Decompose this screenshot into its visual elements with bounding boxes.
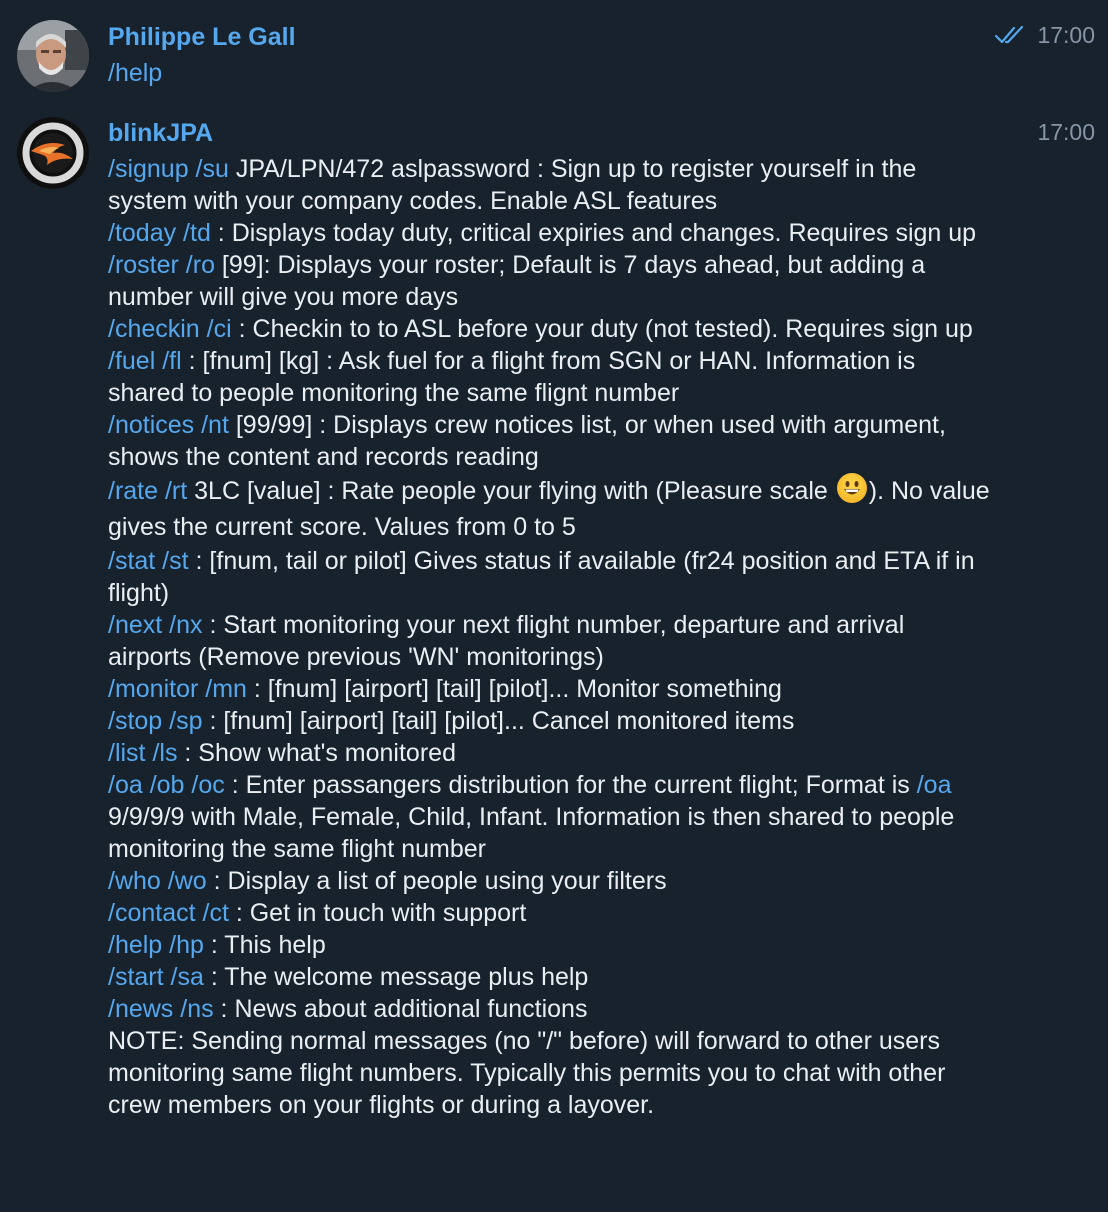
command-link-inline[interactable]: /oa <box>917 771 952 799</box>
help-line-stat: /stat /st : [fnum, tail or pilot] Gives … <box>108 545 993 609</box>
help-line-note: NOTE: Sending normal messages (no "/" be… <box>108 1025 993 1121</box>
command-link[interactable]: /oa /ob /oc <box>108 771 225 799</box>
help-line-today: /today /td : Displays today duty, critic… <box>108 217 993 249</box>
help-line-oa: /oa /ob /oc : Enter passangers distribut… <box>108 769 993 865</box>
command-link[interactable]: /list /ls <box>108 739 177 767</box>
grinning-face-emoji-icon <box>836 473 867 503</box>
command-link[interactable]: /signup /su <box>108 155 229 183</box>
message-text: /help <box>108 57 993 89</box>
command-link[interactable]: /news /ns <box>108 995 214 1023</box>
help-line-next: /next /nx : Start monitoring your next f… <box>108 609 993 673</box>
command-link[interactable]: /start /sa <box>108 963 204 991</box>
command-link[interactable]: /fuel /fl <box>108 347 182 375</box>
help-line-news: /news /ns : News about additional functi… <box>108 993 993 1025</box>
command-link[interactable]: /next /nx <box>108 611 203 639</box>
message-time: 17:00 <box>1037 22 1095 48</box>
command-link[interactable]: /stop /sp <box>108 707 203 735</box>
command-link[interactable]: /who /wo <box>108 867 207 895</box>
command-link[interactable]: /rate /rt <box>108 477 187 505</box>
command-description: : This help <box>203 931 326 959</box>
message-blinkjpa: blinkJPA 17:00 /signup /su JPA/LPN/472 a… <box>0 110 1108 1210</box>
help-line-stop: /stop /sp : [fnum] [airport] [tail] [pil… <box>108 705 993 737</box>
help-line-notices: /notices /nt [99/99] : Displays crew not… <box>108 409 993 473</box>
help-line-fuel: /fuel /fl : [fnum] [kg] : Ask fuel for a… <box>108 345 993 409</box>
help-line-roster: /roster /ro [99]: Displays your roster; … <box>108 249 993 313</box>
help-line-help: /help /hp : This help <box>108 929 993 961</box>
command-description: : [fnum, tail or pilot] Gives status if … <box>108 547 975 607</box>
command-description: : Display a list of people using your fi… <box>206 867 667 895</box>
command-link[interactable]: /today /td <box>108 219 211 247</box>
command-description: [99]: Displays your roster; Default is 7… <box>108 251 926 311</box>
command-link[interactable]: /checkin /ci <box>108 315 232 343</box>
help-line-checkin: /checkin /ci : Checkin to to ASL before … <box>108 313 993 345</box>
command-link[interactable]: /roster /ro <box>108 251 215 279</box>
command-link[interactable]: /contact /ct <box>108 899 229 927</box>
command-description: : Start monitoring your next flight numb… <box>108 611 905 671</box>
avatar-philippe[interactable] <box>17 20 89 92</box>
sender-name[interactable]: Philippe Le Gall <box>108 21 296 53</box>
command-description: : [fnum] [kg] : Ask fuel for a flight fr… <box>108 347 916 407</box>
command-description: : Get in touch with support <box>228 899 527 927</box>
command-link[interactable]: /help <box>108 59 162 87</box>
command-description: [99/99] : Displays crew notices list, or… <box>108 411 946 471</box>
help-line-rate: /rate /rt 3LC [value] : Rate people your… <box>108 473 993 545</box>
command-description: : News about additional functions <box>213 995 588 1023</box>
command-description: : Checkin to to ASL before your duty (no… <box>231 315 973 343</box>
sender-name[interactable]: blinkJPA <box>108 117 213 149</box>
help-line-monitor: /monitor /mn : [fnum] [airport] [tail] [… <box>108 673 993 705</box>
help-line-list: /list /ls : Show what's monitored <box>108 737 993 769</box>
command-description: : Enter passangers distribution for the … <box>224 771 917 799</box>
note-text: NOTE: Sending normal messages (no "/" be… <box>108 1027 946 1119</box>
command-link[interactable]: /monitor /mn <box>108 675 247 703</box>
help-line-contact: /contact /ct : Get in touch with support <box>108 897 993 929</box>
command-description: : The welcome message plus help <box>203 963 589 991</box>
command-link[interactable]: /notices /nt <box>108 411 229 439</box>
command-link[interactable]: /help /hp <box>108 931 204 959</box>
command-description: 3LC [value] : Rate people your flying wi… <box>187 477 835 505</box>
avatar-blinkjpa[interactable] <box>17 117 89 189</box>
command-link[interactable]: /stat /st <box>108 547 189 575</box>
message-time: 17:00 <box>1037 119 1095 145</box>
help-line-who: /who /wo : Display a list of people usin… <box>108 865 993 897</box>
help-line-signup: /signup /su JPA/LPN/472 aslpassword : Si… <box>108 153 993 217</box>
command-description: : [fnum] [airport] [tail] [pilot]... Mon… <box>246 675 782 703</box>
command-description: JPA/LPN/472 aslpassword : Sign up to reg… <box>108 155 917 215</box>
command-description: : Show what's monitored <box>177 739 456 767</box>
message-text: /signup /su JPA/LPN/472 aslpassword : Si… <box>108 153 993 1121</box>
command-description: : Displays today duty, critical expiries… <box>210 219 977 247</box>
help-line-start: /start /sa : The welcome message plus he… <box>108 961 993 993</box>
message-philippe: Philippe Le Gall 17:00 /help <box>0 0 1108 110</box>
command-description-continued: 9/9/9/9 with Male, Female, Child, Infant… <box>108 803 955 863</box>
command-description: : [fnum] [airport] [tail] [pilot]... Can… <box>202 707 795 735</box>
double-check-icon <box>994 25 1024 44</box>
